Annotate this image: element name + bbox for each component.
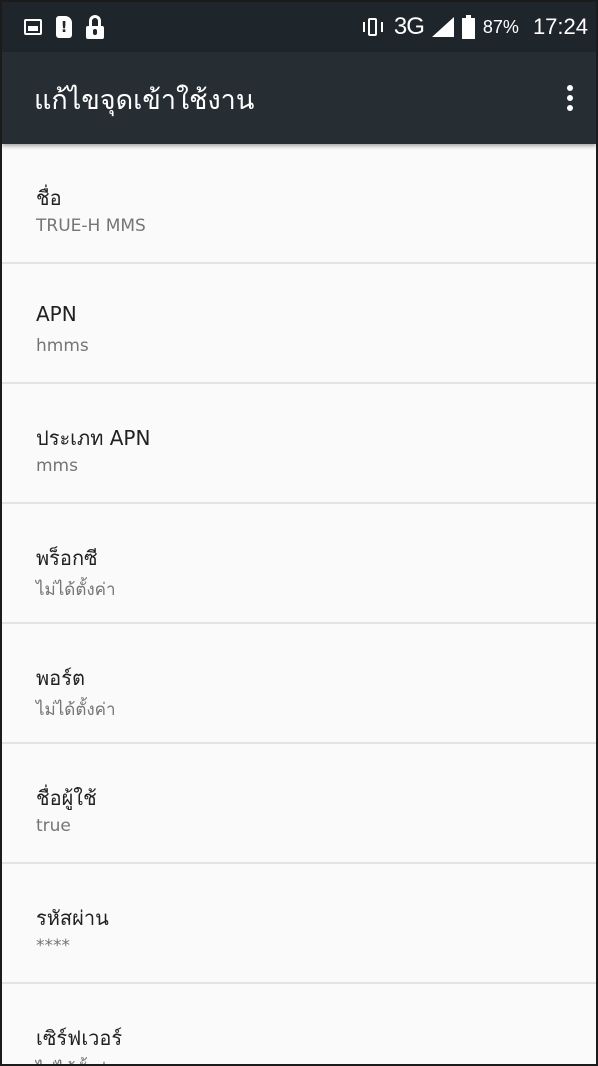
setting-label: พอร์ต — [36, 666, 85, 690]
setting-name[interactable]: ชื่อ TRUE-H MMS — [2, 144, 596, 264]
setting-value: TRUE-H MMS — [36, 216, 146, 236]
setting-username[interactable]: ชื่อผู้ใช้ true — [2, 744, 596, 864]
setting-value: true — [36, 816, 71, 836]
setting-label: ชื่อ — [36, 186, 62, 210]
setting-value: ไม่ได้ตั้งค่า — [36, 700, 116, 720]
more-options-button[interactable] — [558, 80, 582, 116]
setting-apn[interactable]: APN hmms — [2, 264, 596, 384]
setting-value: ไม่ได้ตั้งค่า — [36, 580, 116, 600]
signal-icon — [431, 17, 454, 37]
setting-label: รหัสผ่าน — [36, 906, 109, 930]
setting-proxy[interactable]: พร็อกซี ไม่ได้ตั้งค่า — [2, 504, 596, 624]
lock-icon — [86, 15, 104, 39]
setting-password[interactable]: รหัสผ่าน **** — [2, 864, 596, 984]
app-bar: แก้ไขจุดเข้าใช้งาน — [2, 52, 596, 144]
setting-value: hmms — [36, 336, 89, 356]
setting-label: พร็อกซี — [36, 546, 98, 570]
setting-port[interactable]: พอร์ต ไม่ได้ตั้งค่า — [2, 624, 596, 744]
battery-icon — [461, 15, 475, 39]
image-notification-icon — [24, 19, 42, 35]
setting-value: ไม่ได้ตั้งค่า — [36, 1056, 116, 1064]
setting-label: เซิร์ฟเวอร์ — [36, 1026, 123, 1050]
setting-label: APN — [36, 302, 77, 326]
apn-settings-list: ชื่อ TRUE-H MMS APN hmms ประเภท APN mms … — [2, 144, 596, 1064]
screen: 3G 87% 17:24 แก้ไขจุดเข้าใช้งาน ชื่อ TRU… — [0, 0, 598, 1066]
setting-label: ชื่อผู้ใช้ — [36, 786, 97, 810]
status-bar-notifications — [24, 15, 104, 39]
network-type: 3G — [393, 13, 425, 40]
setting-label: ประเภท APN — [36, 426, 151, 450]
setting-server[interactable]: เซิร์ฟเวอร์ ไม่ได้ตั้งค่า — [2, 984, 596, 1064]
setting-value: mms — [36, 456, 78, 476]
clock: 17:24 — [532, 14, 588, 39]
setting-apn-type[interactable]: ประเภท APN mms — [2, 384, 596, 504]
status-bar: 3G 87% 17:24 — [2, 2, 596, 52]
setting-value: **** — [36, 936, 70, 956]
battery-percent: 87% — [482, 16, 519, 37]
page-title: แก้ไขจุดเข้าใช้งาน — [34, 85, 255, 116]
vibrate-icon — [360, 17, 386, 37]
more-vert-icon — [567, 85, 573, 91]
sim-alert-icon — [56, 16, 72, 38]
status-bar-system: 3G 87% 17:24 — [360, 12, 588, 42]
